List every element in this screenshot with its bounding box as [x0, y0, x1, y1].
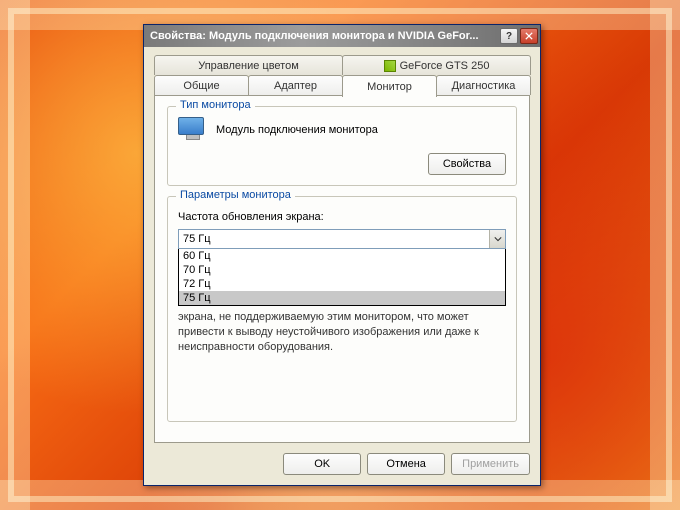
monitor-type-group: Тип монитора Модуль подключения монитора… — [167, 106, 517, 186]
tab-adapter[interactable]: Адаптер — [248, 75, 343, 95]
chevron-down-icon — [494, 236, 502, 242]
close-icon — [525, 32, 533, 40]
refresh-rate-value: 75 Гц — [179, 233, 489, 245]
window-title: Свойства: Модуль подключения монитора и … — [150, 30, 498, 42]
monitor-params-title: Параметры монитора — [176, 189, 295, 201]
titlebar[interactable]: Свойства: Модуль подключения монитора и … — [144, 25, 540, 47]
option-72hz[interactable]: 72 Гц — [179, 277, 505, 291]
monitor-icon — [178, 117, 208, 143]
device-name: Модуль подключения монитора — [216, 124, 378, 136]
cancel-button[interactable]: Отмена — [367, 453, 445, 475]
ok-button[interactable]: OK — [283, 453, 361, 475]
option-60hz[interactable]: 60 Гц — [179, 249, 505, 263]
refresh-rate-combobox[interactable]: 75 Гц — [178, 229, 506, 249]
tab-panel: Тип монитора Модуль подключения монитора… — [154, 95, 530, 443]
nvidia-icon — [384, 60, 396, 72]
properties-dialog: Свойства: Модуль подключения монитора и … — [143, 24, 541, 486]
tab-color-management[interactable]: Управление цветом — [154, 55, 343, 75]
tab-general[interactable]: Общие — [154, 75, 249, 95]
option-70hz[interactable]: 70 Гц — [179, 263, 505, 277]
tab-row-2: Общие Адаптер Монитор Диагностика — [154, 75, 530, 95]
option-75hz[interactable]: 75 Гц — [179, 291, 505, 305]
close-button[interactable] — [520, 28, 538, 44]
monitor-type-title: Тип монитора — [176, 99, 255, 111]
tab-monitor[interactable]: Монитор — [342, 75, 437, 97]
properties-button[interactable]: Свойства — [428, 153, 506, 175]
dialog-buttons: OK Отмена Применить — [154, 443, 530, 475]
refresh-rate-label: Частота обновления экрана: — [178, 211, 506, 223]
hide-modes-note: экрана, не поддерживаемую этим монитором… — [178, 310, 506, 355]
tab-geforce[interactable]: GeForce GTS 250 — [342, 55, 531, 75]
refresh-rate-dropdown: 60 Гц 70 Гц 72 Гц 75 Гц — [178, 249, 506, 306]
combobox-arrow[interactable] — [489, 230, 505, 248]
client-area: Управление цветом GeForce GTS 250 Общие … — [144, 47, 540, 485]
apply-button[interactable]: Применить — [451, 453, 530, 475]
help-button[interactable]: ? — [500, 28, 518, 44]
tab-row-1: Управление цветом GeForce GTS 250 — [154, 55, 530, 75]
tab-diagnostics[interactable]: Диагностика — [436, 75, 531, 95]
monitor-params-group: Параметры монитора Частота обновления эк… — [167, 196, 517, 422]
